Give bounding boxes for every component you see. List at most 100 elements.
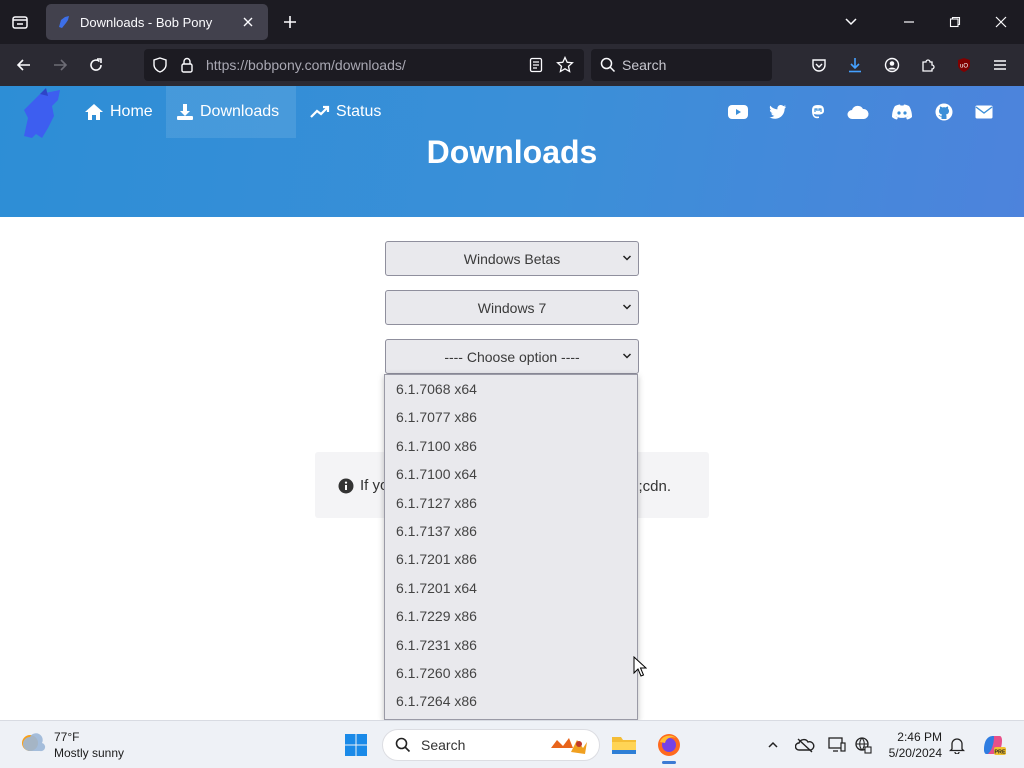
onedrive-tray-button[interactable] [794, 734, 816, 756]
build-option[interactable]: 6.1.7201 x86 [385, 545, 637, 573]
copilot-icon: PRE [984, 736, 1006, 756]
clock-time: 2:46 PM [897, 730, 942, 744]
forward-button[interactable] [45, 50, 75, 80]
github-icon [935, 103, 953, 121]
bell-icon [949, 738, 965, 754]
network-tray-button[interactable] [852, 734, 874, 756]
close-icon [243, 17, 253, 27]
discord-icon [892, 104, 912, 120]
download-icon [849, 58, 861, 73]
ublock-shield-icon: uO [958, 58, 970, 72]
reader-view-icon[interactable] [529, 57, 543, 73]
build-select-value: ---- Choose option ---- [444, 348, 580, 365]
youtube-icon [728, 105, 748, 119]
url-bar[interactable]: https://bobpony.com/downloads/ [144, 49, 584, 81]
browser-navbar: https://bobpony.com/downloads/ Search uO [0, 44, 1024, 86]
svg-text:PRE: PRE [994, 750, 1006, 756]
minimize-button[interactable] [886, 0, 932, 44]
shield-icon [153, 57, 167, 73]
site-header: Home Downloads Status Downloads [0, 86, 1024, 217]
build-option[interactable]: 6.1.7231 x86 [385, 631, 637, 659]
account-button[interactable] [877, 50, 907, 80]
chevron-down-icon [622, 353, 632, 359]
downloads-button[interactable] [840, 50, 870, 80]
reload-button[interactable] [81, 50, 111, 80]
build-option[interactable]: 6.1.7068 x64 [385, 375, 637, 403]
nav-downloads-label: Downloads [200, 103, 280, 120]
window-close-button[interactable] [978, 0, 1024, 44]
restore-button[interactable] [932, 0, 978, 44]
copilot-button[interactable]: PRE [980, 732, 1006, 758]
taskbar-clock[interactable]: 2:46 PM 5/20/2024 [876, 729, 942, 761]
tab-list-button[interactable] [6, 8, 34, 36]
build-option[interactable]: 6.1.7260 x86 [385, 659, 637, 687]
back-button[interactable] [9, 50, 39, 80]
active-app-indicator [662, 761, 676, 764]
build-option[interactable]: 6.1.7137 x86 [385, 517, 637, 545]
plus-icon [284, 16, 296, 28]
pony-favicon-icon [56, 14, 72, 30]
firefox-button[interactable] [653, 729, 685, 761]
reload-icon [90, 58, 102, 71]
version-select-value: Windows 7 [477, 299, 547, 316]
mastodon-link[interactable] [807, 101, 829, 123]
pony-logo[interactable] [18, 88, 66, 140]
start-button[interactable] [340, 729, 372, 761]
build-option[interactable]: 6.1.7229 x86 [385, 602, 637, 630]
show-hidden-icons-button[interactable] [762, 734, 784, 756]
envelope-icon [975, 105, 993, 119]
notifications-button[interactable] [946, 734, 968, 756]
mastodon-icon [812, 104, 824, 118]
browser-tabbar: Downloads - Bob Pony [0, 0, 1024, 44]
windows-logo-icon [345, 734, 367, 756]
chevron-down-icon [845, 18, 857, 26]
info-circle-icon [338, 478, 354, 493]
display-tray-button[interactable] [826, 734, 848, 756]
file-explorer-button[interactable] [608, 729, 640, 761]
cloud-icon [847, 105, 869, 119]
build-option[interactable]: 6.1.7201 x64 [385, 574, 637, 602]
list-all-tabs-button[interactable] [828, 0, 874, 44]
web-search-bar[interactable]: Search [591, 49, 772, 81]
nav-downloads[interactable]: Downloads [166, 86, 296, 138]
weather-sun-icon [22, 733, 46, 752]
build-option[interactable]: 6.1.7264 x86 [385, 687, 637, 715]
url-text: https://bobpony.com/downloads/ [206, 57, 406, 73]
search-highlight-icon [551, 738, 587, 754]
category-select[interactable]: Windows Betas [385, 241, 639, 276]
hamburger-menu-icon [994, 60, 1006, 70]
weather-widget[interactable]: 77°F Mostly sunny [18, 729, 124, 761]
app-menu-button[interactable] [985, 50, 1015, 80]
nav-home[interactable]: Home [74, 86, 167, 138]
new-tab-button[interactable] [276, 8, 304, 36]
minimize-icon [904, 21, 914, 23]
bookmark-star-icon[interactable] [556, 56, 574, 74]
cloud-link[interactable] [847, 101, 869, 123]
build-select[interactable]: ---- Choose option ---- [385, 339, 639, 374]
youtube-link[interactable] [727, 101, 749, 123]
github-link[interactable] [933, 101, 955, 123]
version-select[interactable]: Windows 7 [385, 290, 639, 325]
tab-close-button[interactable] [238, 12, 258, 32]
arrow-left-icon [16, 59, 30, 71]
ublock-button[interactable]: uO [949, 50, 979, 80]
nav-status[interactable]: Status [300, 86, 395, 138]
build-option[interactable]: 6.1.7100 x64 [385, 460, 637, 488]
build-option[interactable]: 6.1.7077 x86 [385, 403, 637, 431]
extensions-button[interactable] [913, 50, 943, 80]
page-title: Downloads [426, 134, 598, 170]
build-option[interactable]: 6.1.7127 x86 [385, 489, 637, 517]
discord-link[interactable] [891, 101, 913, 123]
monitor-icon [828, 737, 846, 752]
taskbar-search-box[interactable]: Search [382, 729, 600, 761]
pocket-button[interactable] [804, 50, 834, 80]
tab-title: Downloads - Bob Pony [80, 14, 213, 30]
arrow-right-icon [54, 59, 68, 71]
email-link[interactable] [973, 101, 995, 123]
twitter-link[interactable] [767, 101, 789, 123]
folder-icon [612, 737, 636, 754]
build-option[interactable]: 6.1.7100 x86 [385, 432, 637, 460]
url-path: /downloads/ [331, 57, 406, 73]
puzzle-icon [922, 59, 935, 72]
browser-tab-active[interactable]: Downloads - Bob Pony [46, 4, 268, 40]
